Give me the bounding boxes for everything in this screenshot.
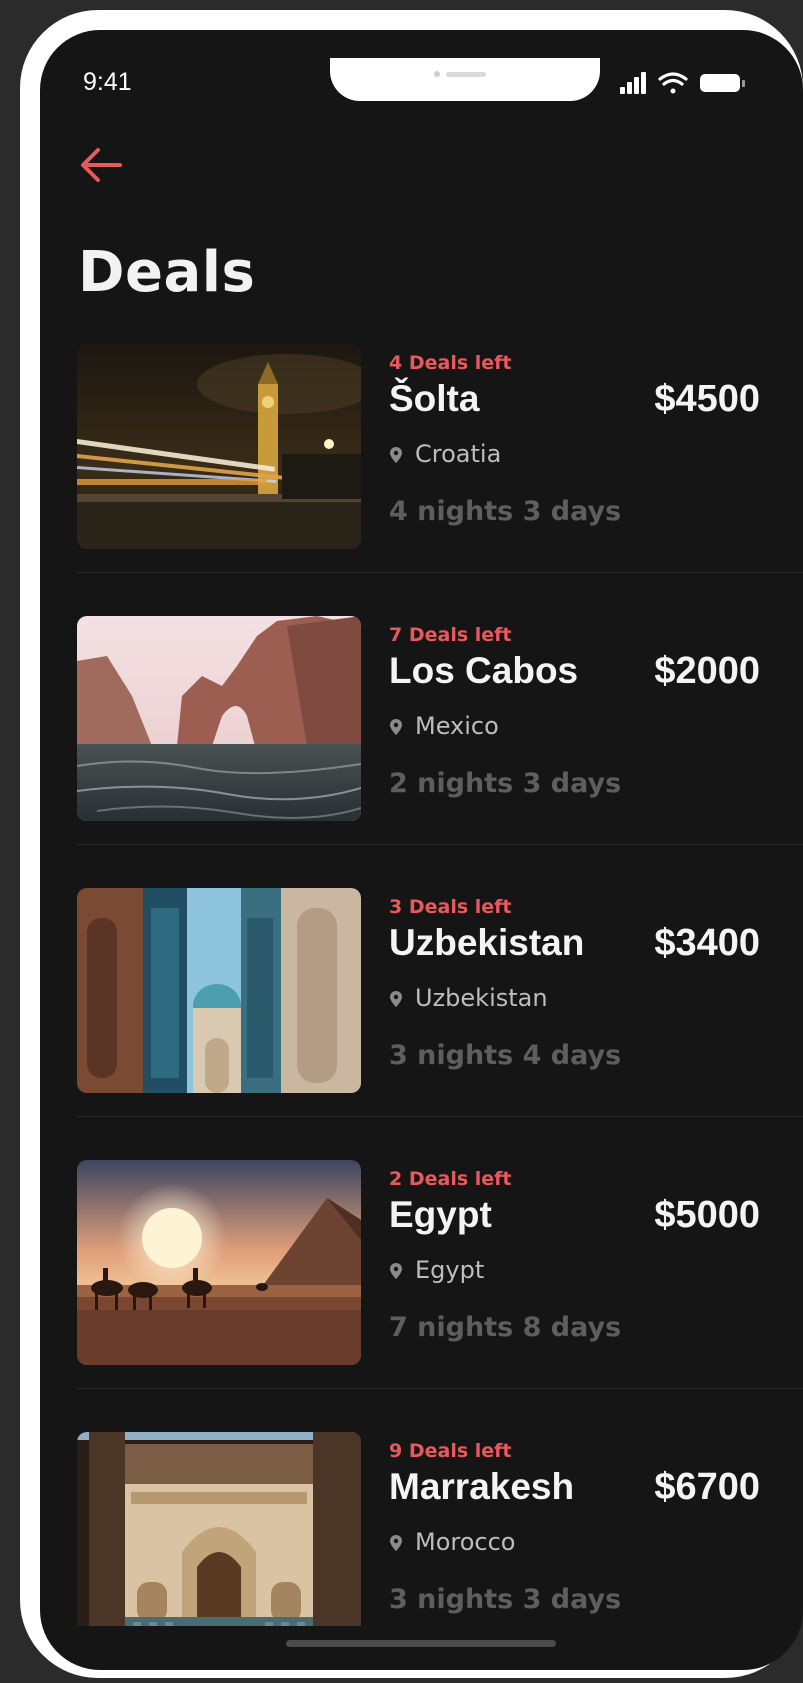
- arrow-left-icon: [81, 148, 122, 182]
- deal-name: Marrakesh: [389, 1466, 575, 1507]
- deal-duration: 3 nights 3 days: [389, 1584, 622, 1615]
- desert-pyramid-camels-image: [77, 1160, 361, 1365]
- deal-location-text: Croatia: [415, 440, 502, 468]
- deal-location-text: Uzbekistan: [415, 984, 548, 1012]
- deals-left-label: 9 Deals left: [389, 1440, 512, 1462]
- deal-card[interactable]: 9 Deals left Marrakesh $6700 Morocco 3 n…: [40, 1424, 803, 1626]
- deal-location: Uzbekistan: [389, 984, 548, 1012]
- deal-card[interactable]: 3 Deals left Uzbekistan $3400 Uzbekistan…: [40, 880, 803, 1152]
- signal-icon: [620, 72, 646, 94]
- deal-card[interactable]: 2 Deals left Egypt $5000 Egypt 7 nights …: [40, 1152, 803, 1424]
- deals-left-label: 3 Deals left: [389, 896, 512, 918]
- moroccan-courtyard-image: [77, 1432, 361, 1626]
- deal-price: $6700: [654, 1466, 760, 1508]
- location-pin-icon: [390, 1535, 402, 1551]
- back-button[interactable]: [76, 140, 126, 190]
- deal-price: $5000: [654, 1194, 760, 1236]
- sea-rock-arch-image: [77, 616, 361, 821]
- home-indicator[interactable]: [286, 1640, 556, 1647]
- app-screen: 9:41 Deals 4 Deals left Šolta $4500 Croa…: [40, 30, 803, 1670]
- deal-name: Uzbekistan: [389, 922, 585, 963]
- battery-icon: [700, 74, 745, 92]
- deal-image: [77, 344, 361, 549]
- blue-tiled-mosque-image: [77, 888, 361, 1093]
- deals-left-label: 4 Deals left: [389, 352, 512, 374]
- location-pin-icon: [390, 719, 402, 735]
- phone-notch: [330, 58, 600, 101]
- speaker-grille: [446, 72, 486, 77]
- divider: [78, 572, 803, 573]
- wifi-icon: [658, 72, 688, 94]
- camera-dot: [434, 71, 440, 77]
- deal-duration: 7 nights 8 days: [389, 1312, 622, 1343]
- location-pin-icon: [390, 447, 402, 463]
- deal-location: Morocco: [389, 1528, 516, 1556]
- deal-duration: 2 nights 3 days: [389, 768, 622, 799]
- deal-image: [77, 1160, 361, 1365]
- divider: [78, 844, 803, 845]
- deal-name: Los Cabos: [389, 650, 579, 691]
- deal-location: Egypt: [389, 1256, 484, 1284]
- location-pin-icon: [390, 1263, 402, 1279]
- status-time: 9:41: [83, 68, 132, 96]
- location-pin-icon: [390, 991, 402, 1007]
- deal-name: Egypt: [389, 1194, 492, 1235]
- deals-list[interactable]: 4 Deals left Šolta $4500 Croatia 4 night…: [40, 336, 803, 1626]
- deal-price: $3400: [654, 922, 760, 964]
- deal-price: $4500: [654, 378, 760, 420]
- deal-card[interactable]: 4 Deals left Šolta $4500 Croatia 4 night…: [40, 336, 803, 608]
- deal-image: [77, 616, 361, 821]
- divider: [78, 1116, 803, 1117]
- deal-duration: 4 nights 3 days: [389, 496, 622, 527]
- deal-image: [77, 888, 361, 1093]
- deal-location-text: Morocco: [415, 1528, 516, 1556]
- deal-price: $2000: [654, 650, 760, 692]
- deal-image: [77, 1432, 361, 1626]
- deals-left-label: 2 Deals left: [389, 1168, 512, 1190]
- deals-left-label: 7 Deals left: [389, 624, 512, 646]
- deal-location-text: Mexico: [415, 712, 499, 740]
- deal-location: Croatia: [389, 440, 501, 468]
- night-city-clock-tower-image: [77, 344, 361, 549]
- page-title: Deals: [78, 240, 256, 305]
- deal-name: Šolta: [389, 378, 480, 419]
- deal-duration: 3 nights 4 days: [389, 1040, 622, 1071]
- deal-location: Mexico: [389, 712, 499, 740]
- status-icons: [620, 72, 745, 94]
- deal-card[interactable]: 7 Deals left Los Cabos $2000 Mexico 2 ni…: [40, 608, 803, 880]
- deal-location-text: Egypt: [415, 1256, 485, 1284]
- divider: [78, 1388, 803, 1389]
